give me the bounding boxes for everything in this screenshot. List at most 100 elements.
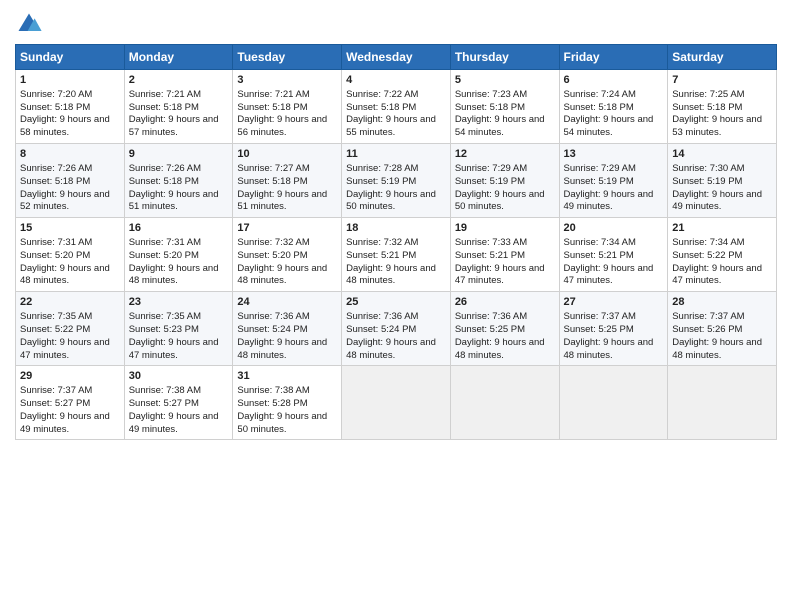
daylight-label: Daylight: 9 hours and 48 minutes. — [129, 263, 219, 287]
day-header-wednesday: Wednesday — [342, 45, 451, 70]
sunrise-label: Sunrise: 7:36 AM — [346, 311, 418, 322]
sunrise-label: Sunrise: 7:37 AM — [20, 385, 92, 396]
calendar-cell: 31Sunrise: 7:38 AMSunset: 5:28 PMDayligh… — [233, 366, 342, 440]
day-number: 25 — [346, 295, 446, 310]
daylight-label: Daylight: 9 hours and 48 minutes. — [672, 337, 762, 361]
sunset-label: Sunset: 5:18 PM — [237, 176, 307, 187]
daylight-label: Daylight: 9 hours and 49 minutes. — [672, 189, 762, 213]
header — [15, 10, 777, 38]
sunrise-label: Sunrise: 7:27 AM — [237, 163, 309, 174]
day-number: 27 — [564, 295, 664, 310]
calendar-cell: 24Sunrise: 7:36 AMSunset: 5:24 PMDayligh… — [233, 292, 342, 366]
day-header-thursday: Thursday — [450, 45, 559, 70]
sunset-label: Sunset: 5:27 PM — [20, 398, 90, 409]
daylight-label: Daylight: 9 hours and 48 minutes. — [237, 337, 327, 361]
sunset-label: Sunset: 5:24 PM — [346, 324, 416, 335]
day-number: 19 — [455, 221, 555, 236]
calendar-cell: 30Sunrise: 7:38 AMSunset: 5:27 PMDayligh… — [124, 366, 233, 440]
daylight-label: Daylight: 9 hours and 53 minutes. — [672, 114, 762, 138]
calendar-cell: 12Sunrise: 7:29 AMSunset: 5:19 PMDayligh… — [450, 144, 559, 218]
calendar-cell: 27Sunrise: 7:37 AMSunset: 5:25 PMDayligh… — [559, 292, 668, 366]
sunset-label: Sunset: 5:25 PM — [455, 324, 525, 335]
sunrise-label: Sunrise: 7:38 AM — [129, 385, 201, 396]
sunset-label: Sunset: 5:23 PM — [129, 324, 199, 335]
sunset-label: Sunset: 5:25 PM — [564, 324, 634, 335]
day-number: 11 — [346, 147, 446, 162]
daylight-label: Daylight: 9 hours and 49 minutes. — [129, 411, 219, 435]
sunrise-label: Sunrise: 7:36 AM — [237, 311, 309, 322]
day-number: 16 — [129, 221, 229, 236]
day-number: 15 — [20, 221, 120, 236]
week-row-3: 15Sunrise: 7:31 AM Sunset: 5:20 PM Dayligh… — [16, 218, 777, 292]
calendar-cell — [559, 366, 668, 440]
daylight-label: Daylight: 9 hours and 58 minutes. — [20, 114, 110, 138]
calendar-cell — [668, 366, 777, 440]
daylight-label: Daylight: 9 hours and 48 minutes. — [20, 263, 110, 287]
sunrise-label: Sunrise: 7:32 AM — [346, 237, 418, 248]
day-header-sunday: Sunday — [16, 45, 125, 70]
calendar-cell: 6Sunrise: 7:24 AMSunset: 5:18 PMDaylight… — [559, 70, 668, 144]
sunrise-label: Sunrise: 7:35 AM — [129, 311, 201, 322]
sunrise-label: Sunrise: 7:28 AM — [346, 163, 418, 174]
daylight-label: Daylight: 9 hours and 57 minutes. — [129, 114, 219, 138]
sunrise-label: Sunrise: 7:23 AM — [455, 89, 527, 100]
daylight-label: Daylight: 9 hours and 56 minutes. — [237, 114, 327, 138]
logo — [15, 10, 47, 38]
day-number: 4 — [346, 73, 446, 88]
calendar-cell: 9Sunrise: 7:26 AMSunset: 5:18 PMDaylight… — [124, 144, 233, 218]
daylight-label: Daylight: 9 hours and 48 minutes. — [564, 337, 654, 361]
sunset-label: Sunset: 5:19 PM — [672, 176, 742, 187]
sunset-label: Sunset: 5:20 PM — [129, 250, 199, 261]
sunrise-label: Sunrise: 7:20 AM — [20, 89, 92, 100]
sunset-label: Sunset: 5:18 PM — [455, 102, 525, 113]
day-number: 12 — [455, 147, 555, 162]
calendar-cell: 13Sunrise: 7:29 AMSunset: 5:19 PMDayligh… — [559, 144, 668, 218]
page: SundayMondayTuesdayWednesdayThursdayFrid… — [0, 0, 792, 612]
calendar-cell: 21Sunrise: 7:34 AMSunset: 5:22 PMDayligh… — [668, 218, 777, 292]
calendar-cell: 7Sunrise: 7:25 AMSunset: 5:18 PMDaylight… — [668, 70, 777, 144]
daylight-label: Daylight: 9 hours and 50 minutes. — [455, 189, 545, 213]
calendar-cell: 23Sunrise: 7:35 AMSunset: 5:23 PMDayligh… — [124, 292, 233, 366]
sunrise-label: Sunrise: 7:34 AM — [672, 237, 744, 248]
day-number: 31 — [237, 369, 337, 384]
day-number: 28 — [672, 295, 772, 310]
day-number: 9 — [129, 147, 229, 162]
sunset-label: Sunset: 5:24 PM — [237, 324, 307, 335]
sunrise-label: Sunrise: 7:29 AM — [455, 163, 527, 174]
calendar-cell: 5Sunrise: 7:23 AMSunset: 5:18 PMDaylight… — [450, 70, 559, 144]
daylight-label: Daylight: 9 hours and 47 minutes. — [455, 263, 545, 287]
day-header-saturday: Saturday — [668, 45, 777, 70]
calendar-table: SundayMondayTuesdayWednesdayThursdayFrid… — [15, 44, 777, 440]
day-number: 13 — [564, 147, 664, 162]
calendar-cell: 4Sunrise: 7:22 AMSunset: 5:18 PMDaylight… — [342, 70, 451, 144]
calendar-cell — [450, 366, 559, 440]
week-row-1: 1Sunrise: 7:20 AMSunset: 5:18 PMDaylight… — [16, 70, 777, 144]
sunset-label: Sunset: 5:19 PM — [564, 176, 634, 187]
sunset-label: Sunset: 5:19 PM — [346, 176, 416, 187]
sunset-label: Sunset: 5:18 PM — [237, 102, 307, 113]
sunset-label: Sunset: 5:20 PM — [20, 250, 90, 261]
day-number: 29 — [20, 369, 120, 384]
sunrise-label: Sunrise: 7:37 AM — [672, 311, 744, 322]
day-number: 21 — [672, 221, 772, 236]
sunset-label: Sunset: 5:22 PM — [672, 250, 742, 261]
calendar-cell: 17Sunrise: 7:32 AMSunset: 5:20 PMDayligh… — [233, 218, 342, 292]
day-number: 7 — [672, 73, 772, 88]
daylight-label: Daylight: 9 hours and 48 minutes. — [237, 263, 327, 287]
daylight-label: Daylight: 9 hours and 47 minutes. — [20, 337, 110, 361]
sunrise-label: Sunrise: 7:32 AM — [237, 237, 309, 248]
calendar-cell: 16Sunrise: 7:31 AMSunset: 5:20 PMDayligh… — [124, 218, 233, 292]
day-header-tuesday: Tuesday — [233, 45, 342, 70]
week-row-5: 29Sunrise: 7:37 AM Sunset: 5:27 PM Dayligh… — [16, 366, 777, 440]
daylight-label: Daylight: 9 hours and 55 minutes. — [346, 114, 436, 138]
sunrise-label: Sunrise: 7:29 AM — [564, 163, 636, 174]
calendar-cell: 1Sunrise: 7:20 AMSunset: 5:18 PMDaylight… — [16, 70, 125, 144]
logo-icon — [15, 10, 43, 38]
day-number: 8 — [20, 147, 120, 162]
sunset-label: Sunset: 5:22 PM — [20, 324, 90, 335]
calendar-cell: 2Sunrise: 7:21 AMSunset: 5:18 PMDaylight… — [124, 70, 233, 144]
sunrise-label: Sunrise: 7:34 AM — [564, 237, 636, 248]
sunrise-label: Sunrise: 7:31 AM — [20, 237, 92, 248]
sunrise-label: Sunrise: 7:36 AM — [455, 311, 527, 322]
sunset-label: Sunset: 5:18 PM — [129, 102, 199, 113]
